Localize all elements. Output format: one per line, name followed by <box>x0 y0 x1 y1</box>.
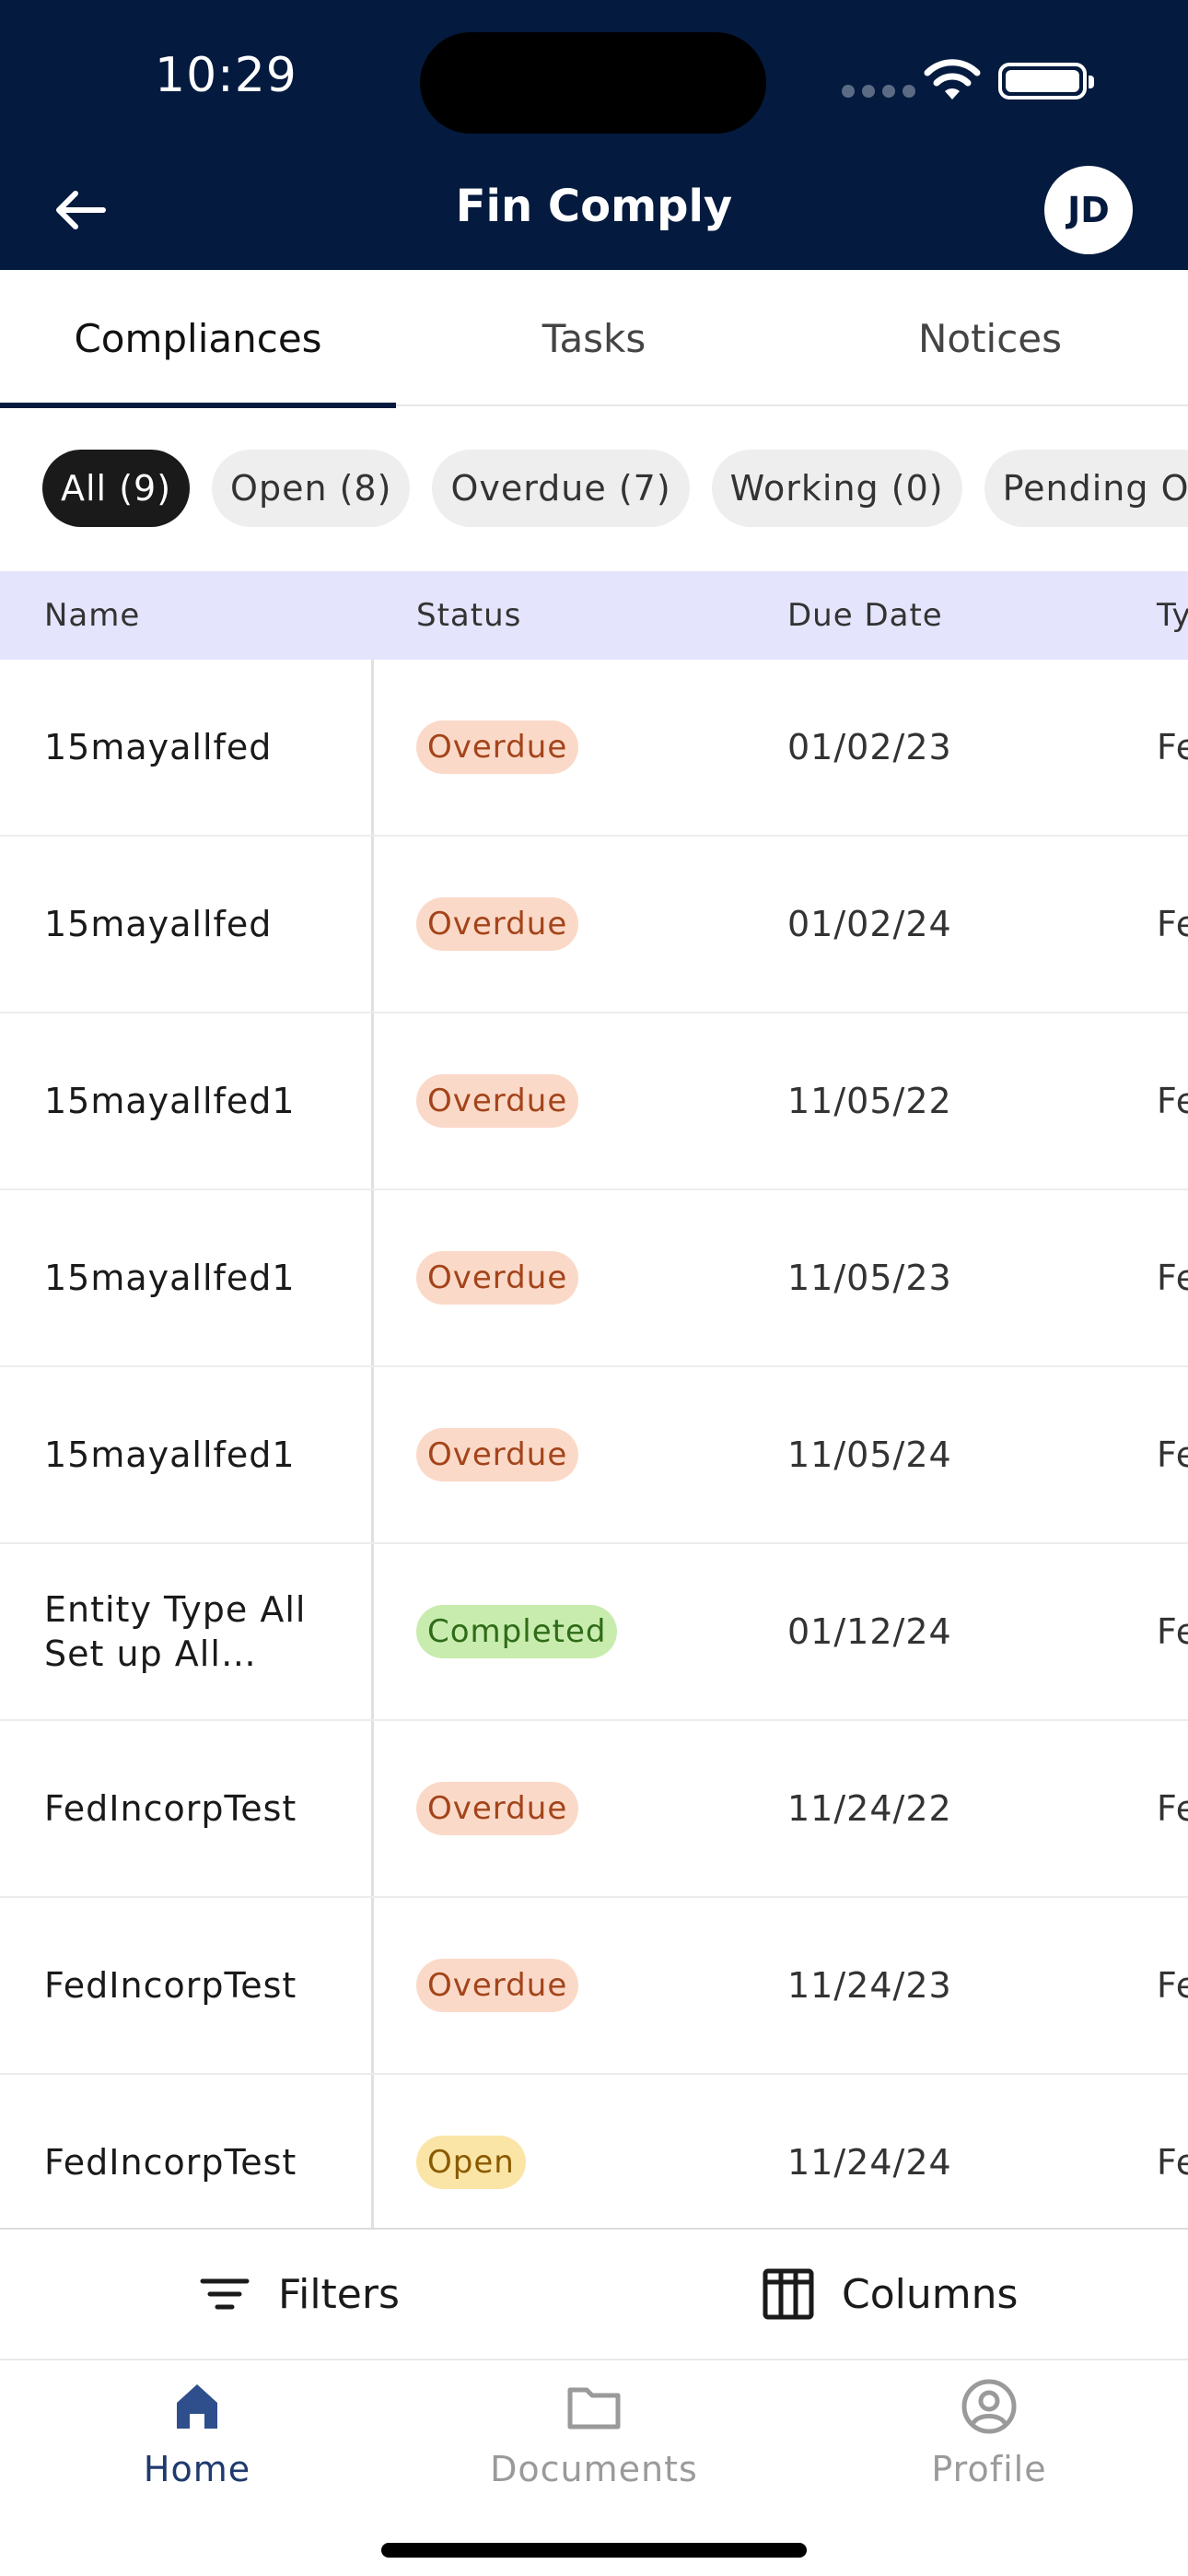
tab-notices[interactable]: Notices <box>792 270 1188 406</box>
cell-name: Entity Type All Set up All comp… <box>44 1589 307 1674</box>
signal-icon <box>842 85 915 98</box>
cell-due-date: 11/05/24 <box>787 1434 952 1475</box>
chip-open[interactable]: Open (8) <box>212 450 411 527</box>
cell-type: Fe <box>1157 1611 1188 1652</box>
status-badge: Open <box>416 2136 526 2189</box>
chip-all[interactable]: All (9) <box>42 450 191 527</box>
tab-compliances[interactable]: Compliances <box>0 270 396 408</box>
cell-status: Overdue <box>416 1898 579 2073</box>
columns-icon <box>763 2268 814 2320</box>
tab-tasks[interactable]: Tasks <box>396 270 792 406</box>
column-header-name[interactable]: Name <box>44 571 140 660</box>
cell-status: Overdue <box>416 1721 579 1896</box>
cell-due-date: 11/24/24 <box>787 2142 952 2183</box>
column-header-due-date[interactable]: Due Date <box>787 571 943 660</box>
cell-type: Fe <box>1157 1965 1188 2006</box>
avatar[interactable]: JD <box>1044 166 1133 254</box>
filter-chips: All (9) Open (8) Overdue (7) Working (0)… <box>42 450 1188 527</box>
cell-type: Fe <box>1157 1434 1188 1475</box>
compliance-table: Name Status Due Date Ty 15mayallfed Over… <box>0 571 1188 2252</box>
app-header: 10:29 Fin Comply JD <box>0 0 1188 270</box>
cell-type: Fe <box>1157 904 1188 944</box>
status-badge: Overdue <box>416 1428 579 1481</box>
status-badge: Overdue <box>416 1782 579 1835</box>
nav-profile-label: Profile <box>931 2449 1047 2489</box>
columns-button[interactable]: Columns <box>761 2230 1018 2359</box>
nav-home-label: Home <box>143 2449 251 2489</box>
cell-type: Fe <box>1157 1788 1188 1829</box>
cell-name: 15mayallfed1 <box>44 1258 296 1298</box>
table-row[interactable]: 15mayallfed1 Overdue 11/05/23 Fe <box>0 1190 1188 1367</box>
nav-documents-label: Documents <box>490 2449 698 2489</box>
status-badge: Overdue <box>416 1251 579 1305</box>
tab-bar: Compliances Tasks Notices <box>0 270 1188 408</box>
status-badge: Completed <box>416 1605 618 1658</box>
cell-type: Fe <box>1157 1258 1188 1298</box>
nav-documents[interactable]: Documents <box>456 2377 732 2489</box>
home-icon <box>177 2384 217 2429</box>
cell-status: Completed <box>416 1544 618 1719</box>
chip-working[interactable]: Working (0) <box>711 450 962 527</box>
table-toolbar: Filters Columns <box>0 2228 1188 2360</box>
filters-button[interactable]: Filters <box>197 2230 400 2359</box>
chip-pending-on[interactable]: Pending On <box>984 450 1188 527</box>
battery-icon <box>998 63 1094 100</box>
table-row[interactable]: FedIncorpTest Overdue 11/24/23 Fe <box>0 1898 1188 2075</box>
cell-name: FedIncorpTest <box>44 1788 297 1829</box>
table-row[interactable]: FedIncorpTest Overdue 11/24/22 Fe <box>0 1721 1188 1898</box>
cell-status: Overdue <box>416 660 579 835</box>
nav-home[interactable]: Home <box>59 2377 335 2489</box>
cell-due-date: 01/02/24 <box>787 904 952 944</box>
filter-icon <box>200 2278 250 2310</box>
filters-label: Filters <box>278 2270 400 2318</box>
columns-label: Columns <box>842 2270 1019 2318</box>
cell-type: Fe <box>1157 2142 1188 2183</box>
chip-overdue[interactable]: Overdue (7) <box>432 450 690 527</box>
table-row[interactable]: 15mayallfed1 Overdue 11/05/24 Fe <box>0 1367 1188 1544</box>
folder-icon <box>567 2387 621 2430</box>
cell-name: FedIncorpTest <box>44 1965 297 2006</box>
table-row[interactable]: FedIncorpTest Open 11/24/24 Fe <box>0 2075 1188 2252</box>
table-row[interactable]: 15mayallfed1 Overdue 11/05/22 Fe <box>0 1013 1188 1190</box>
cell-status: Open <box>416 2075 526 2250</box>
table-row[interactable]: 15mayallfed Overdue 01/02/24 Fe <box>0 837 1188 1013</box>
table-row[interactable]: Entity Type All Set up All comp… Complet… <box>0 1544 1188 1721</box>
cell-due-date: 11/24/23 <box>787 1965 952 2006</box>
column-header-type[interactable]: Ty <box>1157 571 1188 660</box>
wifi-icon <box>924 59 981 100</box>
cell-name: 15mayallfed1 <box>44 1434 296 1475</box>
cell-type: Fe <box>1157 1081 1188 1121</box>
cell-type: Fe <box>1157 727 1188 767</box>
cell-name: 15mayallfed1 <box>44 1081 296 1121</box>
column-header-status[interactable]: Status <box>416 571 521 660</box>
cell-status: Overdue <box>416 1367 579 1542</box>
cell-due-date: 11/05/23 <box>787 1258 952 1298</box>
cell-status: Overdue <box>416 1190 579 1365</box>
table-header: Name Status Due Date Ty <box>0 571 1188 660</box>
status-badge: Overdue <box>416 897 579 951</box>
page-title: Fin Comply <box>455 181 733 232</box>
cell-due-date: 11/24/22 <box>787 1788 952 1829</box>
nav-profile[interactable]: Profile <box>851 2377 1127 2489</box>
status-badge: Overdue <box>416 1959 579 2012</box>
dynamic-island <box>420 32 766 134</box>
cell-name: 15mayallfed <box>44 904 273 944</box>
status-badge: Overdue <box>416 1074 579 1128</box>
cell-due-date: 11/05/22 <box>787 1081 952 1121</box>
home-indicator <box>381 2543 807 2558</box>
cell-name: 15mayallfed <box>44 727 273 767</box>
cell-due-date: 01/12/24 <box>787 1611 952 1652</box>
cell-status: Overdue <box>416 837 579 1012</box>
status-time: 10:29 <box>155 48 297 103</box>
cell-status: Overdue <box>416 1013 579 1188</box>
status-badge: Overdue <box>416 720 579 774</box>
table-row[interactable]: 15mayallfed Overdue 01/02/23 Fe <box>0 660 1188 837</box>
profile-icon <box>961 2379 1017 2434</box>
cell-due-date: 01/02/23 <box>787 727 952 767</box>
cell-name: FedIncorpTest <box>44 2142 297 2183</box>
